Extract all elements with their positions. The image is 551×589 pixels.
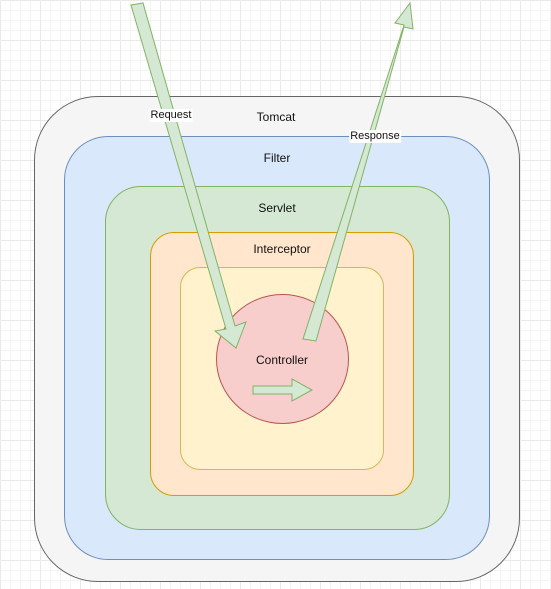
request-arrow: [130, 2, 247, 349]
response-label: Response: [349, 130, 401, 143]
request-label: Request: [149, 109, 193, 122]
flow-arrows: [130, 1, 414, 402]
response-arrow: [302, 1, 414, 342]
controller-internal-arrow: [252, 378, 314, 402]
